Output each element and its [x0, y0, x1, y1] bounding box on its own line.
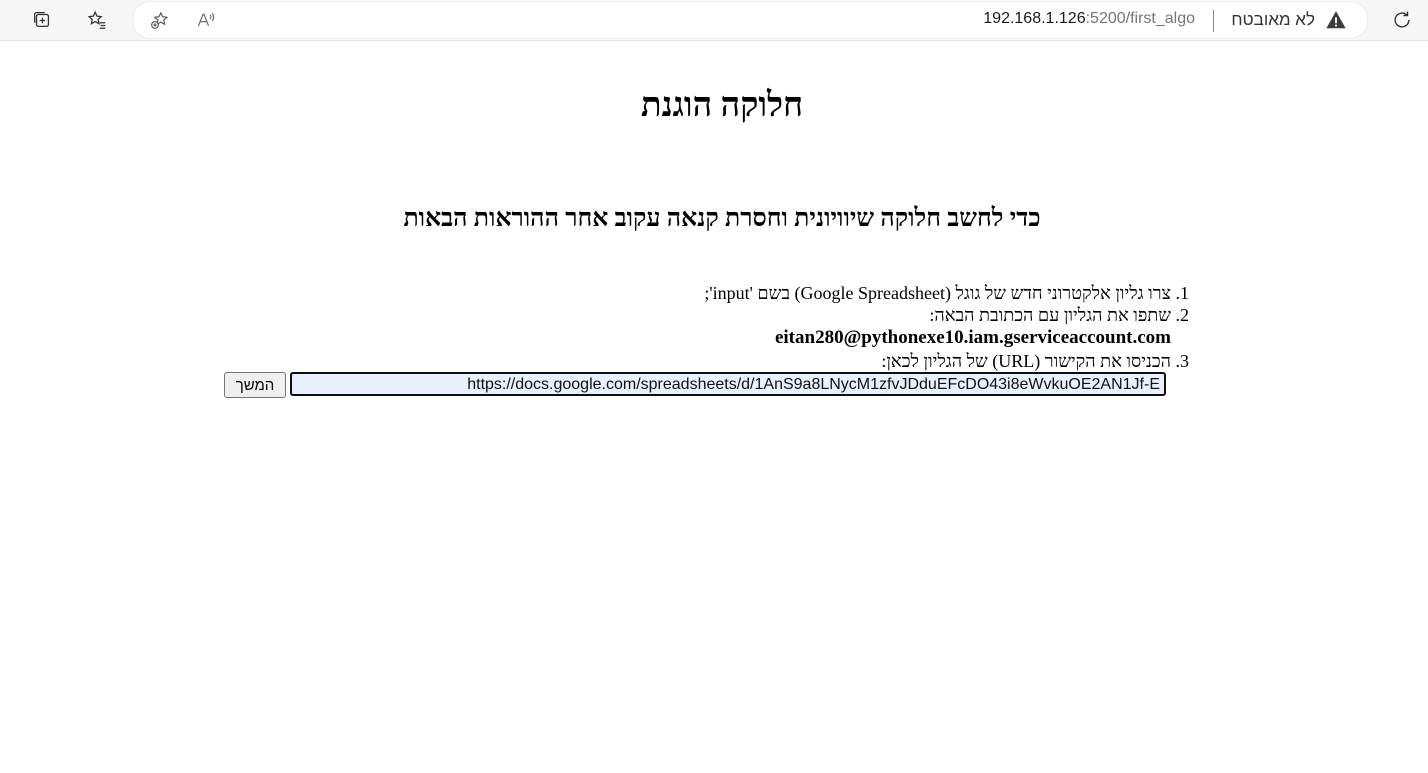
security-label[interactable]: לא מאובטח [1231, 10, 1315, 30]
favorites-icon[interactable] [83, 6, 111, 34]
spreadsheet-url-input[interactable]: https://docs.google.com/spreadsheets/d/1… [290, 372, 1166, 396]
instruction-step: 3. הכניסו את הקישור (URL) של הגליון לכאן… [489, 350, 1189, 372]
step-text: שתפו את הגליון עם הכתובת הבאה: [929, 305, 1171, 325]
refresh-icon[interactable] [1388, 6, 1416, 34]
browser-toolbar: 192.168.1.126:5200/first_algo לא מאובטח [0, 0, 1428, 41]
url-host: 192.168.1.126 [983, 10, 1086, 27]
instructions-list: 1. צרו גליון אלקטרוני חדש של גוגל (Googl… [489, 282, 1189, 372]
collections-icon[interactable] [28, 6, 56, 34]
continue-button[interactable]: המשך [224, 372, 286, 398]
step-text: צרו גליון אלקטרוני חדש של גוגל (Google S… [704, 283, 1171, 303]
add-favorite-icon[interactable] [147, 7, 173, 33]
warning-icon[interactable] [1325, 9, 1347, 31]
read-aloud-icon[interactable] [193, 7, 219, 33]
page-content: חלוקה הוגנת כדי לחשב חלוקה שיוויונית וחס… [0, 41, 1428, 773]
page-title: חלוקה הוגנת [640, 87, 804, 124]
instruction-step: 2. שתפו את הגליון עם הכתובת הבאה: eitan2… [489, 304, 1189, 350]
address-separator [1213, 10, 1214, 32]
url-path: :5200/first_algo [1085, 10, 1195, 27]
page-subtitle: כדי לחשב חלוקה שיוויונית וחסרת קנאה עקוב… [403, 205, 1041, 232]
step-number: 1. [1175, 283, 1190, 303]
url-display[interactable]: 192.168.1.126:5200/first_algo [983, 10, 1195, 28]
step-number: 2. [1175, 305, 1190, 325]
step-number: 3. [1175, 351, 1190, 371]
service-account-email: eitan280@pythonexe10.iam.gserviceaccount… [774, 327, 1171, 348]
instruction-step: 1. צרו גליון אלקטרוני חדש של גוגל (Googl… [489, 282, 1189, 304]
step-text: הכניסו את הקישור (URL) של הגליון לכאן: [881, 351, 1171, 371]
address-bar[interactable]: 192.168.1.126:5200/first_algo לא מאובטח [132, 1, 1368, 39]
